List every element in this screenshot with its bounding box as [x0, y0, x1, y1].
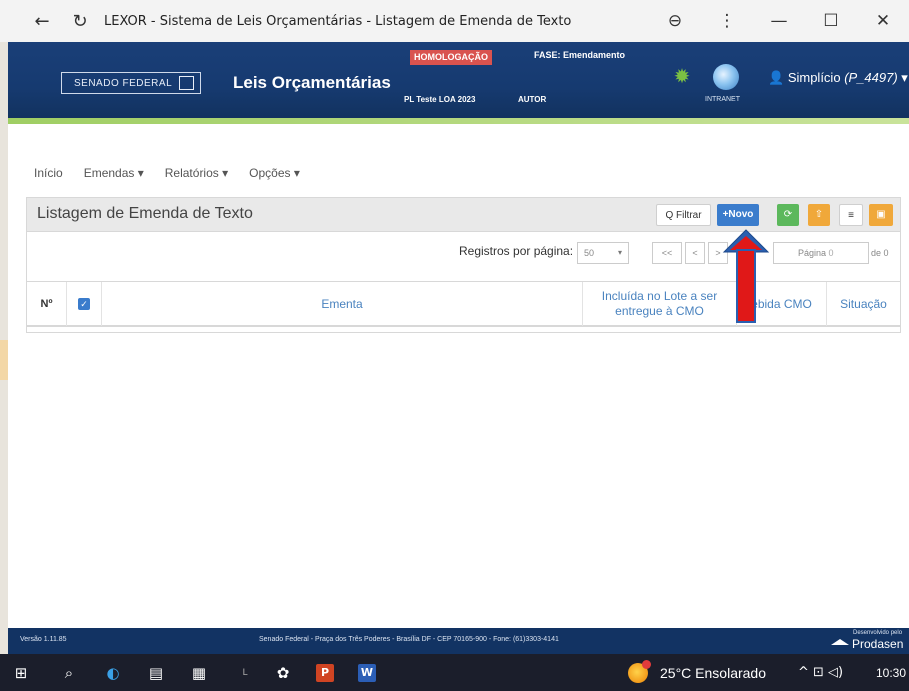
- kebab-menu-icon[interactable]: ⋮: [701, 11, 753, 31]
- notification-badge: [642, 660, 651, 669]
- refresh-button[interactable]: ⟳: [777, 204, 799, 226]
- column-select-all[interactable]: ✓: [67, 282, 102, 326]
- chevron-down-icon: ▾: [617, 248, 622, 257]
- menu-item-opcoes[interactable]: Opções ▾: [249, 166, 300, 180]
- app-name: Leis Orçamentárias: [233, 73, 391, 92]
- list-view-button[interactable]: ≡: [839, 204, 863, 226]
- page-title: Listagem de Emenda de Texto: [37, 205, 253, 222]
- user-id: (P_4497): [844, 70, 898, 85]
- zoom-icon[interactable]: ⊖: [649, 11, 701, 31]
- per-page-value: 50: [584, 248, 595, 258]
- page-total-label: de 0: [871, 248, 889, 258]
- chevron-down-icon: ▾: [901, 70, 908, 85]
- maximize-icon[interactable]: ☐: [805, 11, 857, 31]
- filter-button[interactable]: Q Filtrar: [656, 204, 711, 226]
- column-number[interactable]: Nº: [27, 282, 67, 326]
- app-icon[interactable]: L: [236, 664, 254, 682]
- prodasen-label: Prodasen: [852, 637, 904, 651]
- per-page-select[interactable]: 50 ▾: [577, 242, 629, 264]
- upload-button[interactable]: ⇧: [808, 204, 830, 226]
- word-icon[interactable]: W: [358, 664, 376, 682]
- gear-icon[interactable]: ✹: [671, 66, 693, 88]
- windows-start-icon[interactable]: ⊞: [12, 664, 30, 682]
- reload-icon[interactable]: ↻: [68, 11, 92, 32]
- menu-item-inicio[interactable]: Início: [34, 166, 63, 180]
- page-footer: Versão 1.11.85 Senado Federal - Praça do…: [8, 628, 909, 654]
- column-situacao[interactable]: Situação: [827, 282, 900, 326]
- page-value: 0: [828, 248, 834, 258]
- search-icon[interactable]: ⌕: [60, 664, 78, 682]
- minimize-icon[interactable]: —: [753, 11, 805, 31]
- developed-by-label: Desenvolvido pelo: [853, 630, 903, 636]
- clock[interactable]: 10:30: [876, 666, 906, 680]
- environment-badge: HOMOLOGAÇÃO: [410, 50, 492, 65]
- system-tray-icons[interactable]: ^ ⊡ ◁): [798, 665, 843, 680]
- panel-header: Listagem de Emenda de Texto Q Filtrar +N…: [27, 198, 900, 232]
- main-menu: Início Emendas ▾ Relatórios ▾ Opções ▾: [34, 166, 300, 180]
- prev-page-button[interactable]: <: [685, 242, 705, 264]
- column-lote[interactable]: Incluída no Lote a ser entregue à CMO: [583, 282, 737, 326]
- powerpoint-icon[interactable]: P: [316, 664, 334, 682]
- senado-logo[interactable]: SENADO FEDERAL: [61, 72, 201, 94]
- edge-icon[interactable]: ◐: [104, 664, 122, 682]
- prodasen-logo-icon: [831, 639, 849, 645]
- left-edge-strip: [0, 0, 8, 691]
- column-ementa[interactable]: Ementa: [102, 282, 583, 326]
- weather-text[interactable]: 25°C Ensolarado: [660, 665, 766, 681]
- pl-label: PL Teste LOA 2023: [404, 95, 476, 104]
- new-button[interactable]: +Novo: [717, 204, 759, 226]
- user-icon: 👤: [768, 70, 785, 85]
- export-button[interactable]: ▣: [869, 204, 893, 226]
- user-menu[interactable]: 👤 Simplício (P_4497) ▾: [768, 70, 908, 86]
- file-explorer-icon[interactable]: ▤: [147, 664, 165, 682]
- browser-title-bar: ← ↻ LEXOR - Sistema de Leis Orçamentária…: [0, 0, 909, 42]
- store-icon[interactable]: ▦: [190, 664, 208, 682]
- settings-icon[interactable]: ✿: [274, 664, 292, 682]
- page-label: Página: [798, 248, 827, 258]
- per-page-label: Registros por página:: [459, 244, 574, 258]
- select-all-checkbox[interactable]: ✓: [78, 298, 90, 310]
- intranet-label: INTRANET: [705, 96, 740, 103]
- first-page-button[interactable]: <<: [652, 242, 682, 264]
- annotation-arrow: [722, 229, 770, 323]
- header-accent-bar: [8, 118, 909, 124]
- senado-label: SENADO FEDERAL: [74, 77, 173, 89]
- menu-item-emendas[interactable]: Emendas ▾: [84, 166, 144, 180]
- close-icon[interactable]: ✕: [857, 11, 909, 31]
- address-label: Senado Federal - Praça dos Três Poderes …: [259, 636, 559, 643]
- back-arrow-icon[interactable]: ←: [30, 11, 54, 32]
- menu-item-relatorios[interactable]: Relatórios ▾: [165, 166, 228, 180]
- intranet-icon[interactable]: [713, 64, 739, 90]
- fase-label: FASE: Emendamento: [534, 50, 626, 60]
- app-header: SENADO FEDERAL Leis Orçamentárias HOMOLO…: [8, 42, 909, 118]
- page-input[interactable]: Página 0: [773, 242, 869, 264]
- window-title: LEXOR - Sistema de Leis Orçamentárias - …: [104, 13, 572, 29]
- user-name: Simplício: [787, 70, 841, 85]
- autor-label: AUTOR: [518, 95, 547, 104]
- senado-logo-icon: [179, 76, 194, 90]
- windows-taskbar: ⊞ ⌕ ◐ ▤ ▦ L ✿ P W 25°C Ensolarado ^ ⊡ ◁)…: [0, 654, 909, 691]
- version-label: Versão 1.11.85: [20, 636, 67, 643]
